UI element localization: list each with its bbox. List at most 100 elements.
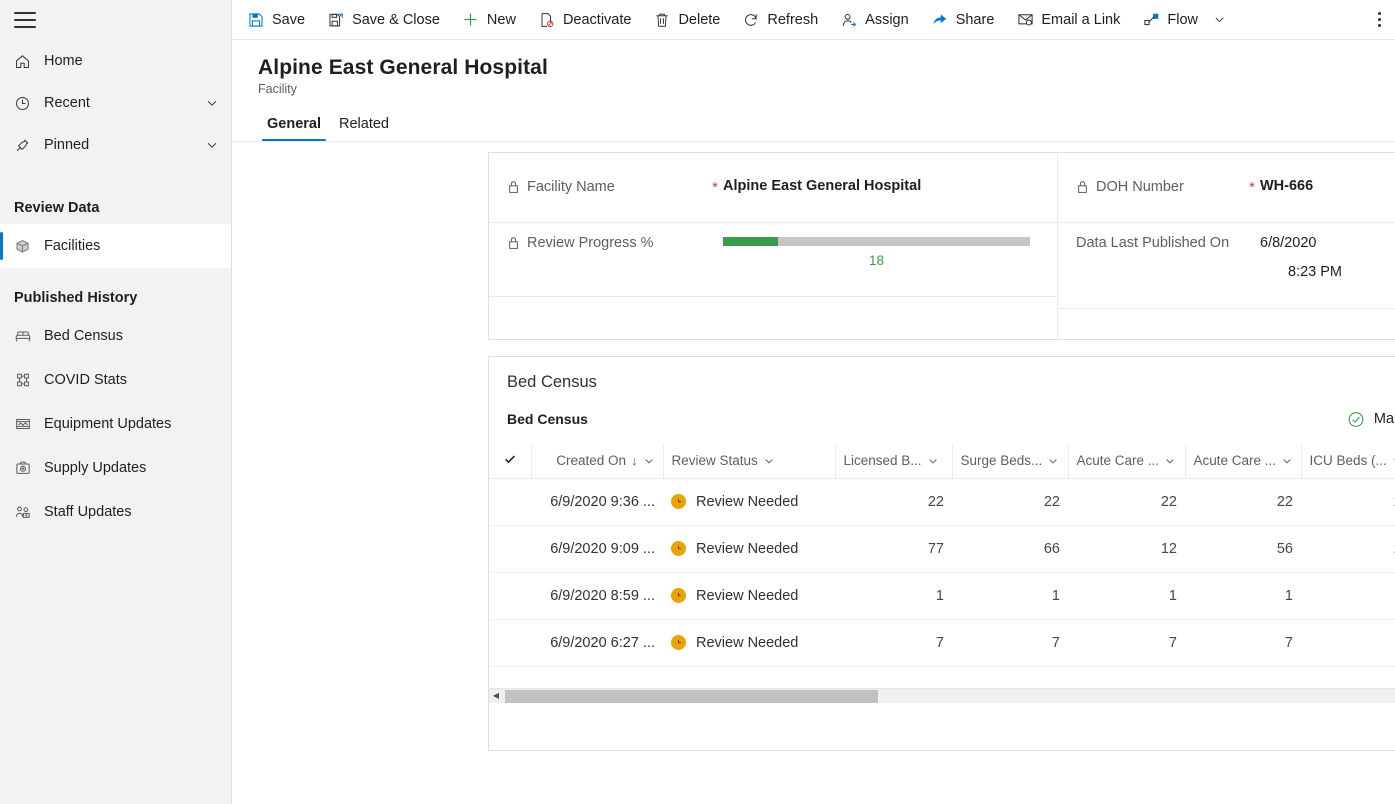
new-button[interactable]: New [451, 0, 527, 40]
sidebar-item-facilities[interactable]: Facilities [0, 224, 231, 268]
column-label: Surge Beds... [961, 453, 1043, 468]
command-label: Flow [1167, 12, 1198, 28]
record-header: Alpine East General Hospital Facility [232, 40, 1395, 96]
command-label: New [487, 12, 516, 28]
column-label: Review Status [672, 453, 758, 468]
cell-licensed-beds: 7 [835, 619, 952, 666]
cell-acute-care-2: 22 [1185, 478, 1301, 525]
time-row: 8:23 PM [1260, 263, 1395, 280]
cell-surge-beds: 7 [952, 619, 1068, 666]
share-button[interactable]: Share [920, 0, 1006, 40]
menu-icon[interactable] [14, 12, 36, 28]
chevron-down-icon[interactable] [1213, 13, 1226, 26]
column-header-licensed-beds[interactable]: Licensed B... [835, 444, 952, 478]
chevron-down-icon[interactable] [1164, 455, 1176, 467]
save-and-close-button[interactable]: Save & Close [316, 0, 451, 40]
row-select-cell[interactable] [489, 478, 531, 525]
cell-review-status: Review Needed [663, 619, 835, 666]
bed-census-table: Created On ↓ Review Status [489, 444, 1395, 667]
tab-general[interactable]: General [258, 112, 330, 141]
overflow-menu-icon[interactable] [1370, 0, 1395, 40]
column-header-created-on[interactable]: Created On ↓ [531, 444, 663, 478]
command-label: Deactivate [563, 12, 632, 28]
form-column-left: Facility Name * Alpine East General Hosp… [489, 153, 1057, 339]
sidebar-item-pinned[interactable]: Pinned [0, 124, 231, 166]
status-pending-icon [671, 541, 686, 556]
chevron-down-icon[interactable] [927, 455, 939, 467]
lock-icon [1076, 180, 1090, 200]
subgrid-toolbar: Bed Census Mark Complete [489, 392, 1395, 444]
column-header-review-status[interactable]: Review Status [663, 444, 835, 478]
sidebar-item-equipment-updates[interactable]: Equipment Updates [0, 402, 231, 446]
column-label: ICU Beds (... [1310, 453, 1387, 468]
chevron-down-icon[interactable] [763, 455, 775, 467]
lock-icon [507, 180, 521, 200]
scrollbar-track[interactable] [503, 689, 1395, 704]
save-button[interactable]: Save [236, 0, 316, 40]
cell-acute-care-1: 1 [1068, 572, 1185, 619]
command-label: Delete [678, 12, 720, 28]
cell-review-status: Review Needed [663, 478, 835, 525]
flow-button[interactable]: Flow [1131, 0, 1237, 40]
chevron-down-icon[interactable] [1047, 455, 1059, 467]
sidebar: Home Recent Pinned [0, 0, 232, 804]
tab-related[interactable]: Related [330, 112, 398, 141]
sidebar-item-recent[interactable]: Recent [0, 82, 231, 124]
supply-kit-icon [14, 459, 44, 477]
column-header-acute-care-2[interactable]: Acute Care ... [1185, 444, 1301, 478]
deactivate-button[interactable]: Deactivate [527, 0, 643, 40]
virus-icon [14, 371, 44, 389]
sidebar-item-supply-updates[interactable]: Supply Updates [0, 446, 231, 490]
command-label: Email a Link [1041, 12, 1120, 28]
assign-button[interactable]: Assign [829, 0, 920, 40]
chevron-down-icon[interactable] [205, 138, 219, 152]
save-and-close-icon [327, 11, 345, 29]
form-content: Facility Name * Alpine East General Hosp… [232, 142, 1395, 804]
general-section-card: Facility Name * Alpine East General Hosp… [488, 152, 1395, 340]
progress-fill [723, 237, 778, 246]
facility-name-value[interactable]: Alpine East General Hospital [723, 177, 1039, 194]
column-header-icu-beds-1[interactable]: ICU Beds (... [1301, 444, 1395, 478]
column-label: Created On [556, 453, 626, 468]
email-a-link-button[interactable]: Email a Link [1005, 0, 1131, 40]
flow-icon [1142, 11, 1160, 29]
scrollbar-thumb[interactable] [505, 690, 878, 703]
field-label: Data Last Published On [1076, 233, 1244, 253]
sidebar-item-label: Pinned [44, 137, 205, 153]
status-badge: Review Needed [696, 588, 798, 604]
sidebar-item-bed-census[interactable]: Bed Census [0, 314, 231, 358]
published-time-value[interactable]: 8:23 PM [1260, 264, 1395, 280]
row-select-cell[interactable] [489, 572, 531, 619]
column-header-surge-beds[interactable]: Surge Beds... [952, 444, 1068, 478]
refresh-button[interactable]: Refresh [731, 0, 829, 40]
table-row[interactable]: 6/9/2020 6:27 ... Review Needed 7 [489, 619, 1395, 666]
bed-icon [14, 327, 44, 345]
chevron-down-icon[interactable] [1281, 455, 1293, 467]
delete-button[interactable]: Delete [642, 0, 731, 40]
sidebar-item-covid-stats[interactable]: COVID Stats [0, 358, 231, 402]
mark-complete-button[interactable]: Mark Complete [1336, 404, 1395, 434]
doh-number-value[interactable]: WH-666 [1260, 177, 1395, 194]
sidebar-item-home[interactable]: Home [0, 40, 231, 82]
field-review-progress: Review Progress % 18 [489, 223, 1057, 297]
cell-surge-beds: 22 [952, 478, 1068, 525]
published-date-value[interactable]: 6/8/2020 [1260, 235, 1395, 251]
sidebar-group-title-review-data: Review Data [0, 194, 231, 224]
column-header-acute-care-1[interactable]: Acute Care ... [1068, 444, 1185, 478]
chevron-down-icon[interactable] [205, 96, 219, 110]
row-select-cell[interactable] [489, 525, 531, 572]
table-row[interactable]: 6/9/2020 8:59 ... Review Needed 1 [489, 572, 1395, 619]
save-icon [247, 11, 265, 29]
chevron-down-icon[interactable] [643, 455, 655, 467]
scroll-left-arrow-icon[interactable]: ◀ [489, 692, 503, 700]
column-select-all[interactable] [489, 444, 531, 478]
table-row[interactable]: 6/9/2020 9:09 ... Review Needed 77 [489, 525, 1395, 572]
table-row[interactable]: 6/9/2020 9:36 ... Review Needed 22 [489, 478, 1395, 525]
cube-icon [14, 238, 44, 255]
row-select-cell[interactable] [489, 619, 531, 666]
datetime-control: 6/8/2020 8:23 PM [1260, 233, 1395, 280]
sidebar-item-staff-updates[interactable]: Staff Updates [0, 490, 231, 534]
sidebar-item-label: COVID Stats [44, 372, 127, 388]
cell-surge-beds: 66 [952, 525, 1068, 572]
horizontal-scrollbar[interactable]: ◀ ▶ [489, 688, 1395, 703]
